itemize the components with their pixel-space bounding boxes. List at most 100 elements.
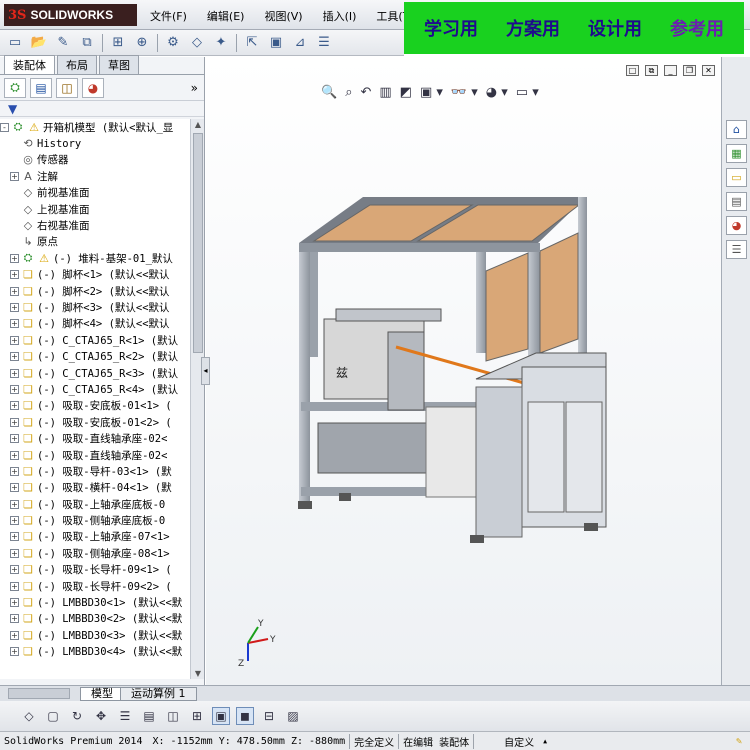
tree-item[interactable]: + ❏ (-) 吸取-横杆-04<1> (默 — [0, 480, 190, 496]
machine-3d-model[interactable]: 兹 — [206, 57, 721, 685]
property-manager-icon[interactable]: ▤ — [30, 77, 52, 98]
mate-icon[interactable]: ⊞ — [109, 34, 127, 52]
open-folder-icon[interactable]: 📂 — [30, 34, 48, 52]
tree-item[interactable]: + ❏ (-) 吸取-上轴承座底板-0 — [0, 496, 190, 512]
expand-icon[interactable]: + — [10, 581, 19, 591]
expand-icon[interactable]: + — [10, 565, 19, 575]
component-icon[interactable]: ⧉ — [78, 34, 96, 52]
tree-item[interactable]: + ❏ (-) 脚杯<2> (默认<<默认 — [0, 283, 190, 299]
tree-item[interactable]: + ❏ (-) 脚杯<4> (默认<<默认 — [0, 316, 190, 332]
expand-icon[interactable]: + — [10, 614, 19, 624]
graphics-area[interactable]: ◂ □ ⧉ _ ❐ ✕ 🔍 ⌕ ↶ ▥ ◩ ▣ ▾ 👓 ▾ ◕ ▾ ▭ ▾ 兹 … — [201, 57, 721, 685]
tree-item[interactable]: + ❏ (-) LMBBD30<1> (默认<<默 — [0, 594, 190, 610]
view-palette-icon[interactable]: ▤ — [726, 192, 747, 211]
grid-icon[interactable]: ▤ — [140, 707, 158, 725]
tree-item[interactable]: + ❏ (-) LMBBD30<3> (默认<<默 — [0, 627, 190, 643]
tab-layout[interactable]: 布局 — [57, 55, 97, 74]
rotate-icon[interactable]: ↻ — [68, 707, 86, 725]
expand-icon[interactable]: + — [10, 384, 19, 394]
tree-item[interactable]: + ❏ (-) 脚杯<3> (默认<<默认 — [0, 299, 190, 315]
expand-icon[interactable]: + — [10, 270, 19, 280]
tree-item[interactable]: ⟲ History — [0, 135, 190, 151]
expand-icon[interactable]: + — [10, 302, 19, 312]
file-explorer-icon[interactable]: ▭ — [726, 168, 747, 187]
menu-file[interactable]: 文件(F) — [150, 8, 187, 24]
iso-view-icon[interactable]: ◇ — [20, 707, 38, 725]
assembly-features-icon[interactable]: ⚙ — [164, 34, 182, 52]
menu-edit[interactable]: 编辑(E) — [207, 8, 245, 24]
list-icon[interactable]: ☰ — [116, 707, 134, 725]
reference-geometry-icon[interactable]: ◇ — [188, 34, 206, 52]
tree-item[interactable]: + ❏ (-) 吸取-直线轴承座-02< — [0, 430, 190, 446]
expand-icon[interactable]: + — [10, 368, 19, 378]
expand-icon[interactable]: + — [10, 483, 19, 493]
section-icon[interactable]: ◫ — [164, 707, 182, 725]
tree-item[interactable]: + ❏ (-) 脚杯<1> (默认<<默认 — [0, 267, 190, 283]
expand-icon[interactable]: + — [10, 352, 19, 362]
help-icon[interactable]: ✎ — [732, 736, 746, 747]
tree-scrollbar[interactable]: ▲ ▼ — [190, 119, 204, 679]
tree-item[interactable]: + ❏ (-) 吸取-上轴承座-07<1> — [0, 529, 190, 545]
tree-item[interactable]: + ❏ (-) C_CTAJ65_R<1> (默认 — [0, 332, 190, 348]
expand-icon[interactable]: + — [10, 319, 19, 329]
tree-item[interactable]: + ❏ (-) 吸取-安底板-01<2> ( — [0, 414, 190, 430]
custom-properties-icon[interactable]: ☰ — [726, 240, 747, 259]
display-manager-icon[interactable]: ◕ — [82, 77, 104, 98]
design-library-icon[interactable]: ▦ — [726, 144, 747, 163]
tree-item[interactable]: ◎ 传感器 — [0, 152, 190, 168]
expand-icon[interactable]: + — [10, 401, 19, 411]
tab-motion-study[interactable]: 运动算例 1 — [120, 687, 197, 701]
render-icon[interactable]: ▨ — [284, 707, 302, 725]
tree-item[interactable]: + ❏ (-) 吸取-直线轴承座-02< — [0, 447, 190, 463]
tree-item[interactable]: + ❏ (-) 吸取-长导杆-09<2> ( — [0, 578, 190, 594]
tree-item[interactable]: + ❏ (-) C_CTAJ65_R<3> (默认 — [0, 365, 190, 381]
tree-item[interactable]: + ❏ (-) 吸取-导杆-03<1> (默 — [0, 463, 190, 479]
tree-item[interactable]: + ❏ (-) 吸取-长导杆-09<1> ( — [0, 562, 190, 578]
expand-icon[interactable]: + — [10, 434, 19, 444]
tab-assembly[interactable]: 装配体 — [4, 55, 55, 74]
shaded-icon[interactable]: ◼ — [236, 707, 254, 725]
filter-icon[interactable]: ▼ — [8, 102, 17, 116]
expand-icon[interactable]: + — [10, 630, 19, 640]
expand-icon[interactable]: + — [10, 647, 19, 657]
interference-icon[interactable]: ▣ — [267, 34, 285, 52]
expand-icon[interactable]: + — [10, 253, 19, 263]
tree-item[interactable]: + ❏ (-) LMBBD30<4> (默认<<默 — [0, 644, 190, 660]
menu-insert[interactable]: 插入(I) — [323, 8, 357, 24]
horizontal-scrollbar[interactable] — [8, 688, 70, 699]
expand-icon[interactable]: + — [10, 335, 19, 345]
tree-item[interactable]: ◇ 前视基准面 — [0, 185, 190, 201]
expand-icon[interactable]: + — [10, 598, 19, 608]
explode-view-icon[interactable]: ⇱ — [243, 34, 261, 52]
configuration-manager-icon[interactable]: ◫ — [56, 77, 78, 98]
tree-item[interactable]: + A 注解 — [0, 168, 190, 184]
solidworks-resources-icon[interactable]: ⌂ — [726, 120, 747, 139]
tree-item[interactable]: + ⛭ ⚠ (-) 堆料-基架-01_默认 — [0, 250, 190, 266]
expand-icon[interactable]: + — [10, 417, 19, 427]
collapse-icon[interactable]: - — [0, 122, 9, 132]
new-document-icon[interactable]: ▭ — [6, 34, 24, 52]
expand-icon[interactable]: + — [10, 548, 19, 558]
scroll-thumb[interactable] — [193, 133, 203, 353]
feature-manager-icon[interactable]: ⛭ — [4, 77, 26, 98]
tree-item[interactable]: + ❏ (-) 吸取-侧轴承座底板-0 — [0, 512, 190, 528]
expand-icon[interactable]: + — [10, 171, 19, 181]
expand-panel-icon[interactable]: » — [191, 81, 198, 95]
tree-filter[interactable]: ▼ — [0, 101, 204, 117]
shaded-edges-icon[interactable]: ▣ — [212, 707, 230, 725]
tab-sketch[interactable]: 草图 — [99, 55, 139, 74]
expand-icon[interactable]: + — [10, 499, 19, 509]
expand-icon[interactable]: + — [10, 466, 19, 476]
tree-item[interactable]: ◇ 上视基准面 — [0, 201, 190, 217]
scroll-up-arrow-icon[interactable]: ▲ — [193, 120, 203, 129]
solidworks-logo[interactable]: 3S SOLIDWORKS — [4, 4, 137, 26]
scroll-down-arrow-icon[interactable]: ▼ — [193, 669, 203, 678]
four-view-icon[interactable]: ⊟ — [260, 707, 278, 725]
expand-icon[interactable]: + — [10, 532, 19, 542]
measure-icon[interactable]: ⊿ — [291, 34, 309, 52]
options-icon[interactable]: ☰ — [315, 34, 333, 52]
tree-item[interactable]: + ❏ (-) 吸取-安底板-01<1> ( — [0, 398, 190, 414]
tree-item[interactable]: + ❏ (-) C_CTAJ65_R<2> (默认 — [0, 348, 190, 364]
move-component-icon[interactable]: ⊕ — [133, 34, 151, 52]
expand-icon[interactable]: + — [10, 516, 19, 526]
